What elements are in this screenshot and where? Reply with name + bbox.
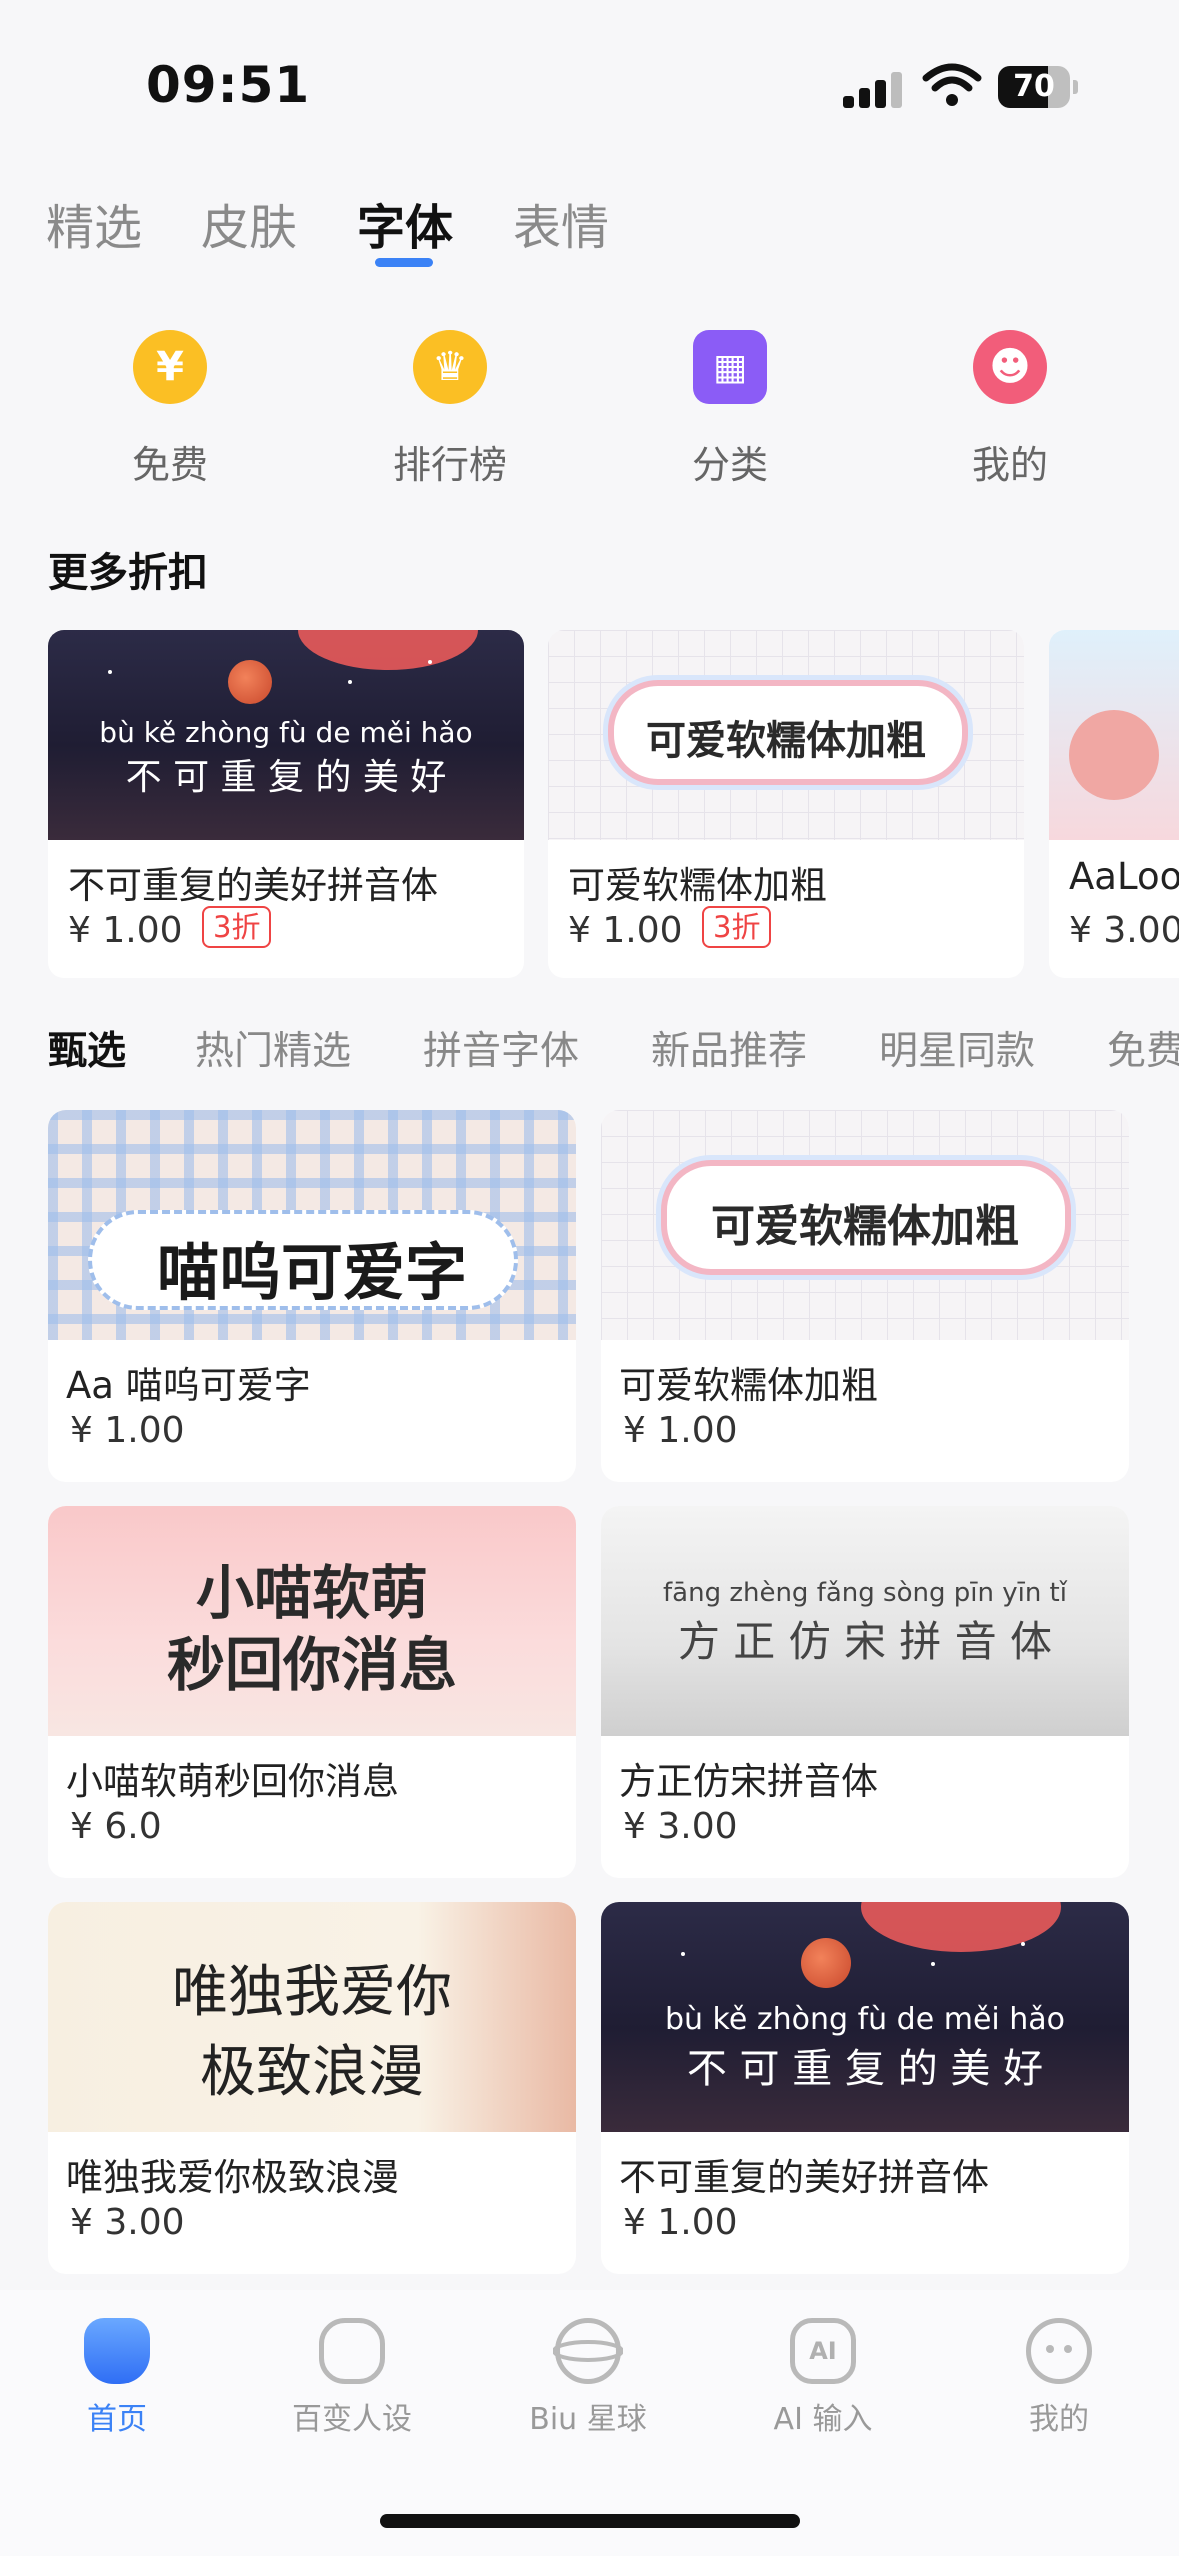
font-card[interactable]: fāng zhèng fǎng sòng pīn yīn tǐ 方 正 仿 宋 …: [601, 1506, 1129, 1878]
filter-tab-celebrity[interactable]: 明星同款: [879, 1020, 1035, 1076]
font-preview-image: 喵呜可爱字: [48, 1110, 576, 1340]
tab-stickers[interactable]: 表情: [513, 188, 609, 258]
font-name: Aa 喵呜可爱字: [66, 1364, 311, 1407]
status-time: 09:51: [146, 56, 311, 114]
grid-icon: ▦: [693, 330, 767, 404]
discount-card[interactable]: 可爱软糯体加粗 可爱软糯体加粗 ¥ 1.00 3折: [548, 630, 1024, 978]
nav-profile[interactable]: 我的: [984, 2318, 1134, 2438]
nav-label: 首页: [87, 2402, 147, 2437]
category-label: 分类: [691, 443, 768, 487]
section-title-discounts: 更多折扣: [48, 550, 208, 596]
discount-badge: 3折: [202, 906, 272, 948]
filter-tab-pinyin[interactable]: 拼音字体: [423, 1020, 579, 1076]
nav-label: AI 输入: [773, 2402, 873, 2437]
font-price: ¥ 3.00: [623, 1806, 738, 1847]
home-indicator: [380, 2514, 800, 2528]
crown-icon: ♛: [413, 330, 487, 404]
font-name: 可爱软糯体加粗: [568, 864, 827, 907]
ai-icon: AI: [790, 2318, 856, 2384]
nav-home[interactable]: 首页: [42, 2318, 192, 2438]
category-label: 排行榜: [392, 443, 507, 487]
font-name: 不可重复的美好拼音体: [619, 2156, 989, 2199]
font-name: 小喵软萌秒回你消息: [66, 1760, 399, 1803]
font-preview-image: bù kě zhòng fù de měi hǎo 不 可 重 复 的 美 好: [601, 1902, 1129, 2132]
active-tab-indicator: [375, 258, 433, 267]
nav-label: Biu 星球: [529, 2402, 647, 2437]
nav-label: 我的: [1029, 2402, 1089, 2437]
font-price: ¥ 1.00: [623, 2202, 738, 2243]
category-mine[interactable]: ☻ 我的: [910, 330, 1110, 489]
font-card[interactable]: 唯独我爱你 极致浪漫 唯独我爱你极致浪漫 ¥ 3.00: [48, 1902, 576, 2274]
category-classify[interactable]: ▦ 分类: [630, 330, 830, 489]
battery-level: 70: [1013, 69, 1055, 104]
font-name: 方正仿宋拼音体: [619, 1760, 878, 1803]
font-preview-image: 可爱软糯体加粗: [548, 630, 1024, 840]
filter-tab-curated[interactable]: 甄选: [48, 1020, 126, 1076]
home-icon: [84, 2318, 150, 2384]
smile-icon: ☻: [973, 330, 1047, 404]
font-price: ¥ 1.00: [68, 910, 183, 951]
category-label: 免费: [131, 443, 208, 487]
discount-card[interactable]: bù kě zhòng fù de měi hǎo 不 可 重 复 的 美 好 …: [48, 630, 524, 978]
tab-skins[interactable]: 皮肤: [201, 188, 297, 258]
font-preview-image: bù kě zhòng fù de měi hǎo 不 可 重 复 的 美 好: [48, 630, 524, 840]
discount-badge: 3折: [702, 906, 772, 948]
font-preview-image: 小喵软萌 秒回你消息: [48, 1506, 576, 1736]
cellular-signal-icon: [843, 68, 903, 108]
nav-persona[interactable]: 百变人设: [277, 2318, 427, 2438]
font-price: ¥ 1.00: [70, 1410, 185, 1451]
category-ranking[interactable]: ♛ 排行榜: [350, 330, 550, 489]
filter-tab-new[interactable]: 新品推荐: [651, 1020, 807, 1076]
font-name: AaLoo: [1069, 855, 1179, 898]
yen-icon: ¥: [133, 330, 207, 404]
planet-icon: [553, 2318, 623, 2384]
font-price: ¥ 1.00: [568, 910, 683, 951]
face-icon: [1026, 2318, 1092, 2384]
filter-tab-free[interactable]: 免费: [1107, 1020, 1179, 1076]
font-card[interactable]: 喵呜可爱字 Aa 喵呜可爱字 ¥ 1.00: [48, 1110, 576, 1482]
filter-tab-hot[interactable]: 热门精选: [195, 1020, 351, 1076]
font-card[interactable]: 小喵软萌 秒回你消息 小喵软萌秒回你消息 ¥ 6.0: [48, 1506, 576, 1878]
font-name: 唯独我爱你极致浪漫: [66, 2156, 399, 2199]
font-card[interactable]: bù kě zhòng fù de měi hǎo 不 可 重 复 的 美 好 …: [601, 1902, 1129, 2274]
nav-label: 百变人设: [292, 2402, 412, 2437]
font-preview-image: [1049, 630, 1179, 840]
font-card[interactable]: 可爱软糯体加粗 可爱软糯体加粗 ¥ 1.00: [601, 1110, 1129, 1482]
nav-ai-input[interactable]: AI AI 输入: [748, 2318, 898, 2438]
category-label: 我的: [971, 443, 1048, 487]
font-name: 可爱软糯体加粗: [619, 1364, 878, 1407]
tab-featured[interactable]: 精选: [46, 188, 142, 258]
tab-fonts[interactable]: 字体: [357, 188, 453, 258]
battery-icon: 70: [998, 66, 1078, 108]
font-preview-image: 可爱软糯体加粗: [601, 1110, 1129, 1340]
discount-card[interactable]: AaLoo ¥ 3.00: [1049, 630, 1179, 978]
persona-icon: [319, 2318, 385, 2384]
font-name: 不可重复的美好拼音体: [68, 864, 438, 907]
font-preview-image: 唯独我爱你 极致浪漫: [48, 1902, 576, 2132]
category-free[interactable]: ¥ 免费: [70, 330, 270, 489]
font-price: ¥ 6.0: [70, 1806, 162, 1847]
font-preview-image: fāng zhèng fǎng sòng pīn yīn tǐ 方 正 仿 宋 …: [601, 1506, 1129, 1736]
nav-biu-planet[interactable]: Biu 星球: [513, 2318, 663, 2438]
font-price: ¥ 3.00: [1069, 910, 1179, 951]
wifi-icon: [922, 62, 982, 108]
font-price: ¥ 3.00: [70, 2202, 185, 2243]
font-price: ¥ 1.00: [623, 1410, 738, 1451]
